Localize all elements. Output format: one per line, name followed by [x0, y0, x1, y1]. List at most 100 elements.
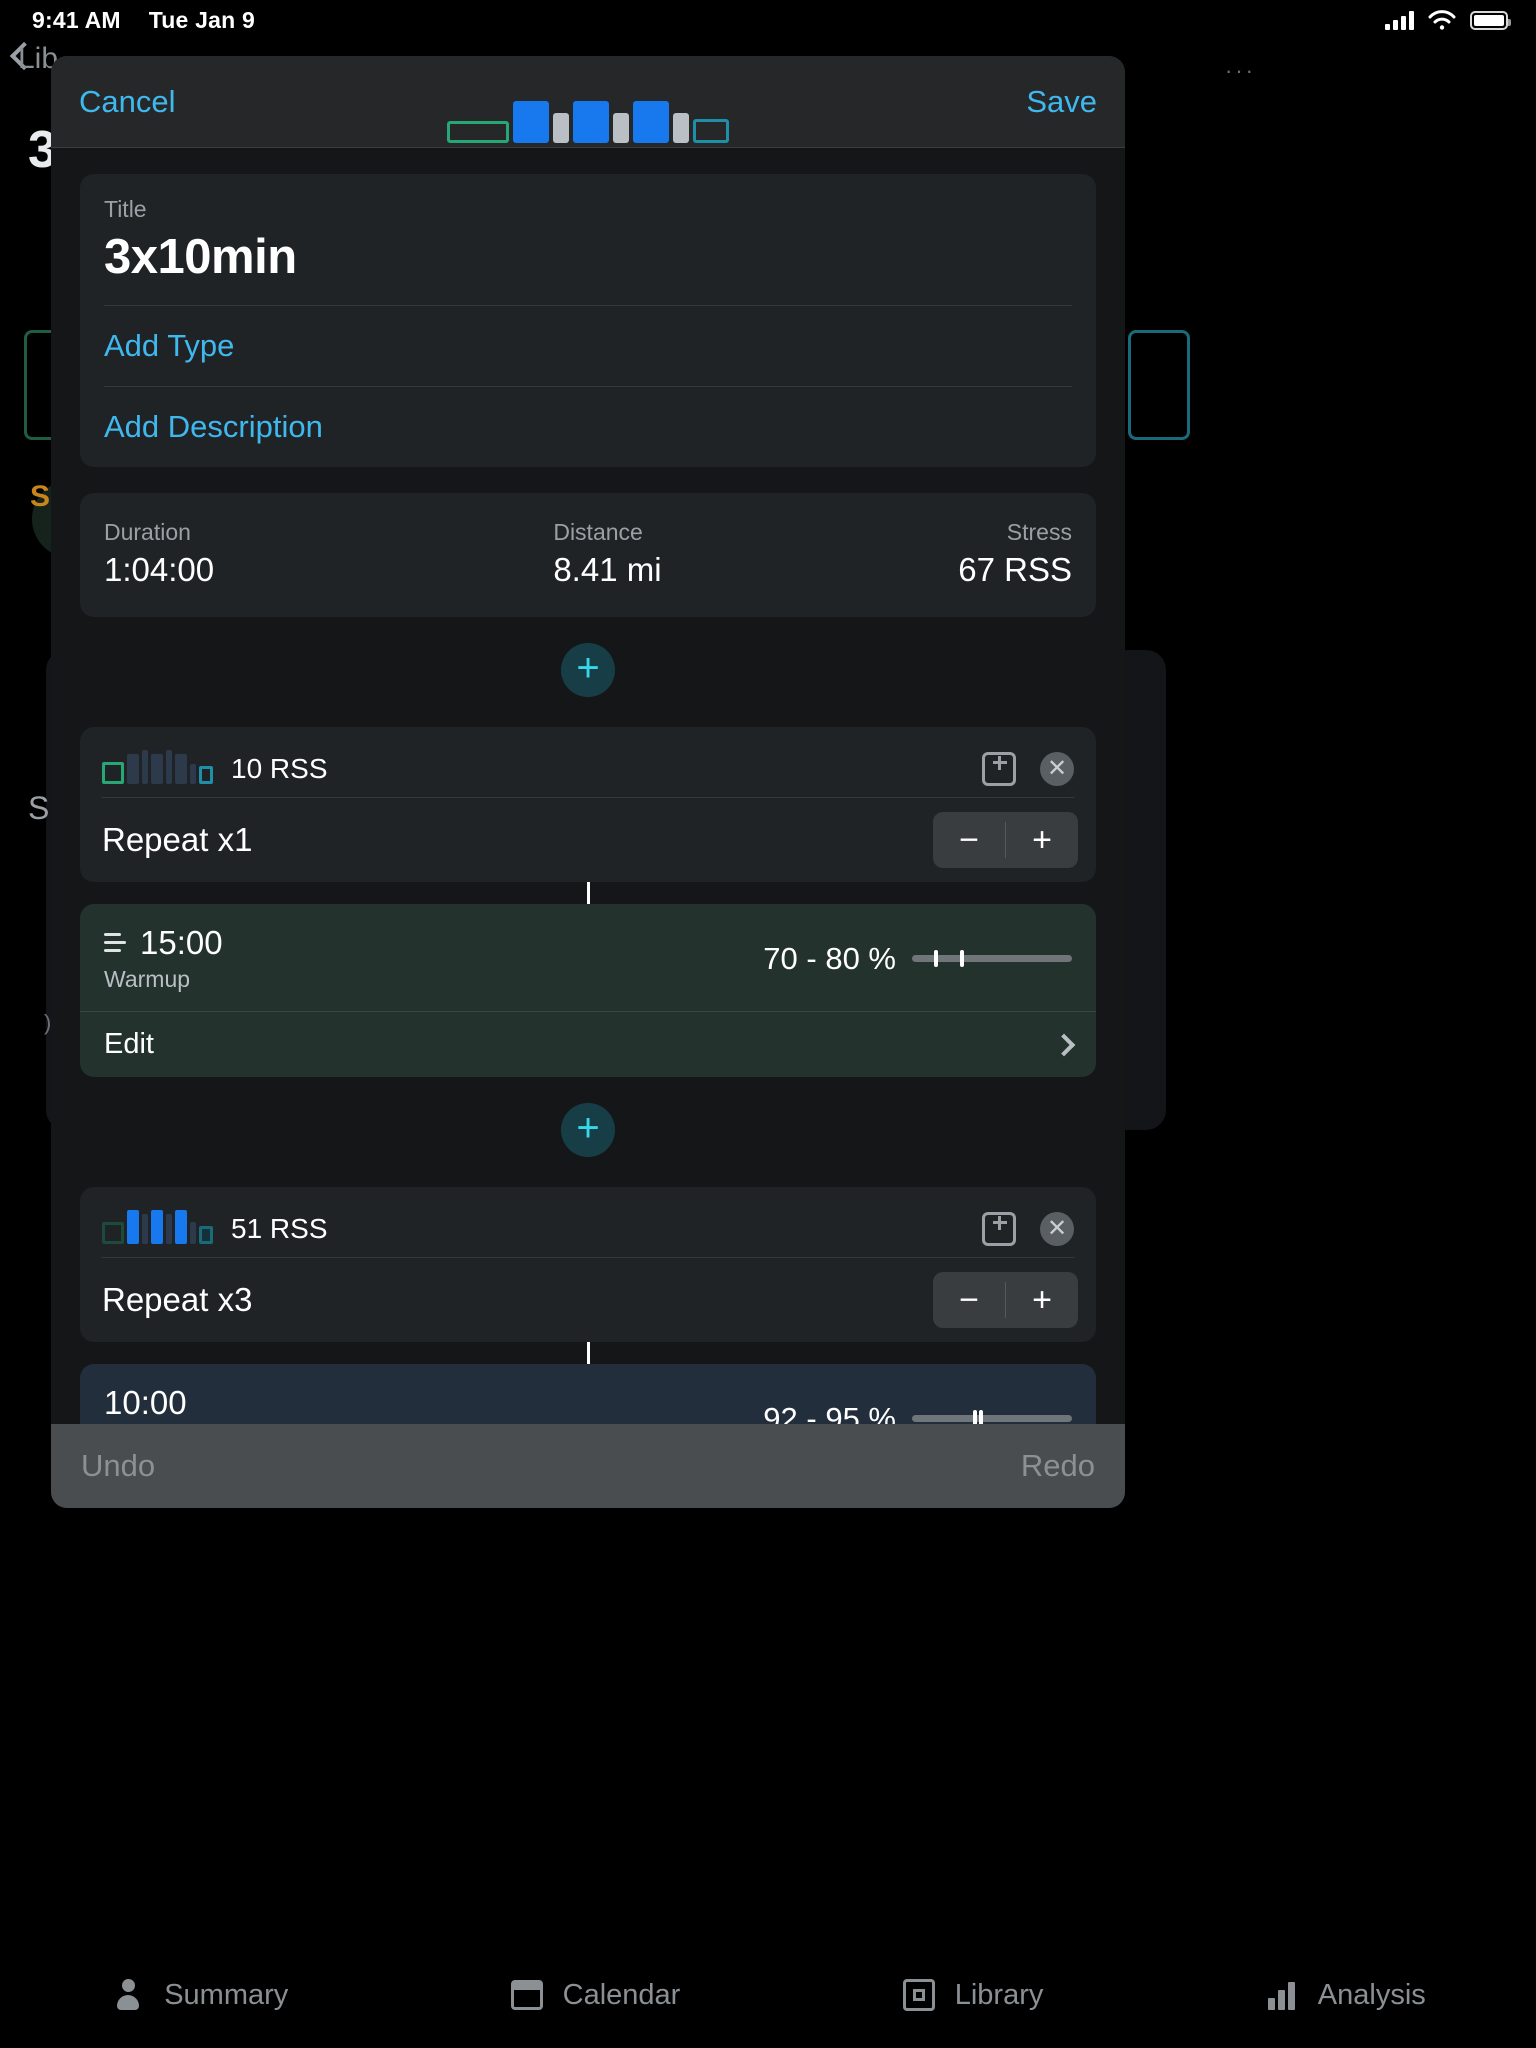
- status-bar: 9:41 AM Tue Jan 9: [0, 0, 1536, 40]
- stat-value: 1:04:00: [104, 551, 215, 588]
- tab-label: Analysis: [1317, 1978, 1426, 2011]
- profile-bar: [613, 113, 629, 143]
- repeat-row: Repeat x3 − +: [80, 1258, 1096, 1342]
- stat-label: Duration: [104, 519, 191, 545]
- block-profile-icon: [102, 1210, 213, 1244]
- repeat-row: Repeat x1 − +: [80, 798, 1096, 882]
- stat-stress: Stress 67 RSS: [813, 519, 1072, 589]
- app-screen: 9:41 AM Tue Jan 9 Lib ··· 3 S Sp ) Cance…: [0, 0, 1536, 2048]
- sheet-header: Cancel Save: [51, 56, 1125, 148]
- background-chart-box-right: [1128, 330, 1190, 440]
- intensity-slider[interactable]: [912, 950, 1072, 967]
- tab-analysis[interactable]: Analysis: [1264, 1977, 1426, 2013]
- undo-button[interactable]: Undo: [81, 1448, 155, 1484]
- profile-bar: [166, 750, 172, 784]
- profile-bar: [573, 101, 609, 143]
- tab-summary[interactable]: Summary: [110, 1977, 288, 2013]
- add-description-button[interactable]: Add Description: [80, 387, 1096, 467]
- profile-bar: [513, 101, 549, 143]
- tab-calendar[interactable]: Calendar: [509, 1977, 680, 2013]
- background-ellipsis: ···: [1225, 58, 1256, 83]
- duplicate-icon[interactable]: [982, 752, 1016, 786]
- profile-bar: [190, 1222, 196, 1244]
- sheet-body: Title 3x10min Add Type Add Description D…: [51, 148, 1125, 1424]
- interval-warmup[interactable]: 15:00 Warmup 70 - 80 % Edit: [80, 904, 1096, 1077]
- stat-value: 8.41 mi: [553, 551, 662, 588]
- add-type-button[interactable]: Add Type: [80, 306, 1096, 386]
- add-step-row-1: +: [51, 643, 1125, 697]
- close-circle-icon[interactable]: ✕: [1040, 752, 1074, 786]
- stat-label: Stress: [1006, 519, 1072, 545]
- interval-range: 92 - 95 %: [763, 1400, 896, 1425]
- profile-bar: [190, 764, 196, 784]
- tab-bar: Summary Calendar Library Analysis: [0, 1942, 1536, 2048]
- status-indicators: [1385, 10, 1511, 30]
- profile-bar: [553, 113, 569, 143]
- add-step-row-2: +: [51, 1103, 1125, 1157]
- interval-edit-row[interactable]: Edit: [80, 1011, 1096, 1077]
- person-icon: [117, 1979, 140, 2011]
- repeat-decrement-button[interactable]: −: [933, 1272, 1005, 1328]
- repeat-label: Repeat x3: [102, 1281, 253, 1318]
- profile-bar: [447, 121, 509, 143]
- repeat-increment-button[interactable]: +: [1006, 812, 1078, 868]
- workout-profile-icon: [447, 91, 729, 143]
- profile-bar: [633, 101, 669, 143]
- interval-range: 70 - 80 %: [763, 940, 896, 976]
- chevron-right-icon: [1052, 1033, 1076, 1056]
- edit-label: Edit: [104, 1028, 154, 1060]
- profile-bar: [102, 762, 124, 784]
- interval-duration: 10:00: [104, 1384, 187, 1421]
- intensity-slider[interactable]: [912, 1410, 1072, 1424]
- block-connector: [586, 1342, 590, 1364]
- close-circle-icon[interactable]: ✕: [1040, 1212, 1074, 1246]
- stat-duration: Duration 1:04:00: [104, 519, 363, 589]
- add-step-button[interactable]: +: [561, 643, 615, 697]
- block-header: 51 RSS ✕: [80, 1187, 1096, 1258]
- repeat-block-1: 10 RSS ✕ Repeat x1 − +: [80, 727, 1096, 882]
- repeat-decrement-button[interactable]: −: [933, 812, 1005, 868]
- calendar-icon: [510, 1980, 543, 2010]
- profile-bar: [127, 1210, 139, 1244]
- profile-bar: [166, 1214, 172, 1244]
- redo-button[interactable]: Redo: [1021, 1448, 1095, 1484]
- cellular-signal-icon: [1385, 10, 1414, 30]
- title-card: Title 3x10min Add Type Add Description: [80, 174, 1096, 467]
- status-date: Tue Jan 9: [148, 6, 255, 33]
- repeat-stepper: − +: [933, 1272, 1078, 1328]
- stat-label: Distance: [553, 519, 643, 545]
- add-step-button[interactable]: +: [561, 1103, 615, 1157]
- cancel-button[interactable]: Cancel: [79, 84, 176, 120]
- background-s-label: S: [30, 480, 51, 513]
- profile-bar: [175, 754, 187, 784]
- status-time: 9:41 AM: [32, 6, 121, 33]
- workout-editor-sheet: Cancel Save Title 3x10min Add Type Add D…: [51, 56, 1125, 1508]
- undo-redo-bar: Undo Redo: [51, 1424, 1125, 1508]
- profile-bar: [199, 766, 213, 784]
- stat-distance: Distance 8.41 mi: [363, 519, 812, 589]
- block-profile-icon: [102, 750, 213, 784]
- interval-run[interactable]: 10:00 Run 92 - 95 % Edit: [80, 1364, 1096, 1424]
- stats-card: Duration 1:04:00 Distance 8.41 mi Stress…: [80, 493, 1096, 617]
- battery-icon: [1470, 10, 1511, 30]
- block-connector: [586, 882, 590, 904]
- save-button[interactable]: Save: [1026, 84, 1097, 120]
- title-value: 3x10min: [104, 230, 297, 284]
- block-rss: 10 RSS: [231, 753, 328, 784]
- interval-name: Warmup: [104, 966, 191, 992]
- library-icon: [902, 1979, 935, 2011]
- profile-bar: [673, 113, 689, 143]
- repeat-increment-button[interactable]: +: [1006, 1272, 1078, 1328]
- profile-bar: [102, 1222, 124, 1244]
- profile-bar: [175, 1210, 187, 1244]
- repeat-stepper: − +: [933, 812, 1078, 868]
- duplicate-icon[interactable]: [982, 1212, 1016, 1246]
- wifi-icon: [1428, 10, 1456, 30]
- tab-label: Library: [954, 1978, 1044, 2011]
- ramp-icon: [104, 930, 128, 956]
- tab-label: Summary: [164, 1978, 289, 2011]
- tab-library[interactable]: Library: [901, 1977, 1044, 2013]
- repeat-block-2: 51 RSS ✕ Repeat x3 − +: [80, 1187, 1096, 1342]
- block-header: 10 RSS ✕: [80, 727, 1096, 798]
- title-field[interactable]: Title 3x10min: [80, 174, 1096, 305]
